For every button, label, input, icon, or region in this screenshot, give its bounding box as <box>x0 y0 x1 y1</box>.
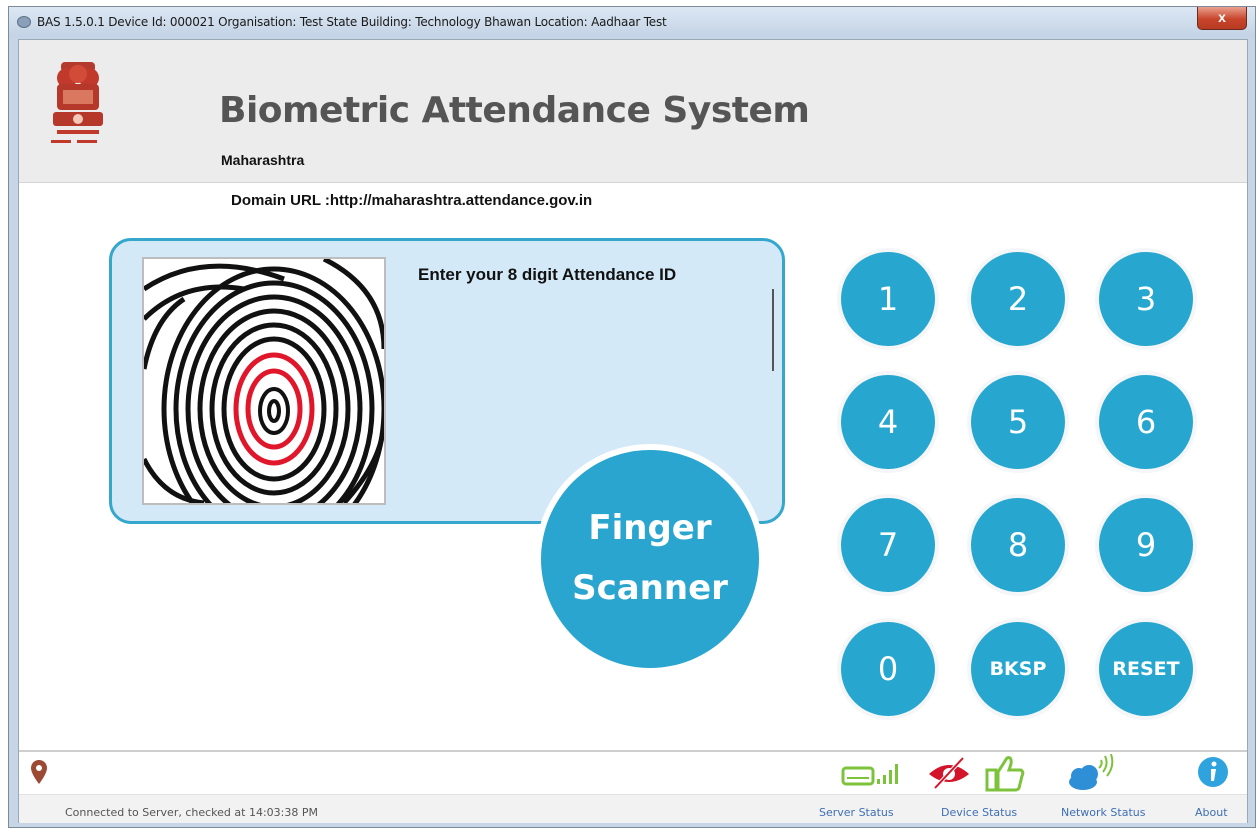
reset-button[interactable]: RESET <box>1099 622 1193 716</box>
key-9[interactable]: 9 <box>1099 498 1193 592</box>
backspace-button[interactable]: BKSP <box>971 622 1065 716</box>
info-icon[interactable] <box>1197 756 1229 788</box>
status-icon-bar <box>19 750 1247 796</box>
finger-scanner-button[interactable]: Finger Scanner <box>541 450 759 668</box>
key-3[interactable]: 3 <box>1099 252 1193 346</box>
finger-scanner-label-line1: Finger <box>588 508 712 548</box>
status-bar: Connected to Server, checked at 14:03:38… <box>19 794 1247 823</box>
app-title: Biometric Attendance System <box>219 90 810 131</box>
domain-url: Domain URL :http://maharashtra.attendanc… <box>231 192 593 209</box>
key-4[interactable]: 4 <box>841 375 935 469</box>
server-status-link[interactable]: Server Status <box>819 806 894 819</box>
fingerprint-icon <box>144 259 384 503</box>
key-7[interactable]: 7 <box>841 498 935 592</box>
key-2[interactable]: 2 <box>971 252 1065 346</box>
connection-status-text: Connected to Server, checked at 14:03:38… <box>65 806 318 819</box>
key-8[interactable]: 8 <box>971 498 1065 592</box>
network-cloud-icon[interactable] <box>1065 754 1117 792</box>
window-title: BAS 1.5.0.1 Device Id: 000021 Organisati… <box>37 15 667 29</box>
location-pin-icon[interactable] <box>31 760 47 784</box>
thumbs-up-icon[interactable] <box>985 754 1025 792</box>
key-1[interactable]: 1 <box>841 252 935 346</box>
server-status-icon[interactable] <box>841 758 901 788</box>
state-emblem-logo <box>51 62 103 143</box>
fingerprint-image <box>142 257 386 505</box>
key-5[interactable]: 5 <box>971 375 1065 469</box>
key-0[interactable]: 0 <box>841 622 935 716</box>
device-status-link[interactable]: Device Status <box>941 806 1017 819</box>
network-status-link[interactable]: Network Status <box>1061 806 1145 819</box>
app-client-area: Biometric Attendance System Maharashtra … <box>18 39 1248 823</box>
title-bar: BAS 1.5.0.1 Device Id: 000021 Organisati… <box>9 7 1255 37</box>
close-button[interactable]: x <box>1197 7 1247 30</box>
app-header: Biometric Attendance System Maharashtra … <box>19 40 1247 209</box>
app-icon <box>17 16 31 28</box>
attendance-id-input[interactable] <box>422 289 774 371</box>
application-window: BAS 1.5.0.1 Device Id: 000021 Organisati… <box>8 6 1256 828</box>
state-name: Maharashtra <box>221 152 305 168</box>
finger-scanner-label-line2: Scanner <box>572 568 728 608</box>
eye-hidden-icon[interactable] <box>927 756 971 790</box>
attendance-id-prompt: Enter your 8 digit Attendance ID <box>418 265 677 284</box>
key-6[interactable]: 6 <box>1099 375 1193 469</box>
about-link[interactable]: About <box>1195 806 1228 819</box>
